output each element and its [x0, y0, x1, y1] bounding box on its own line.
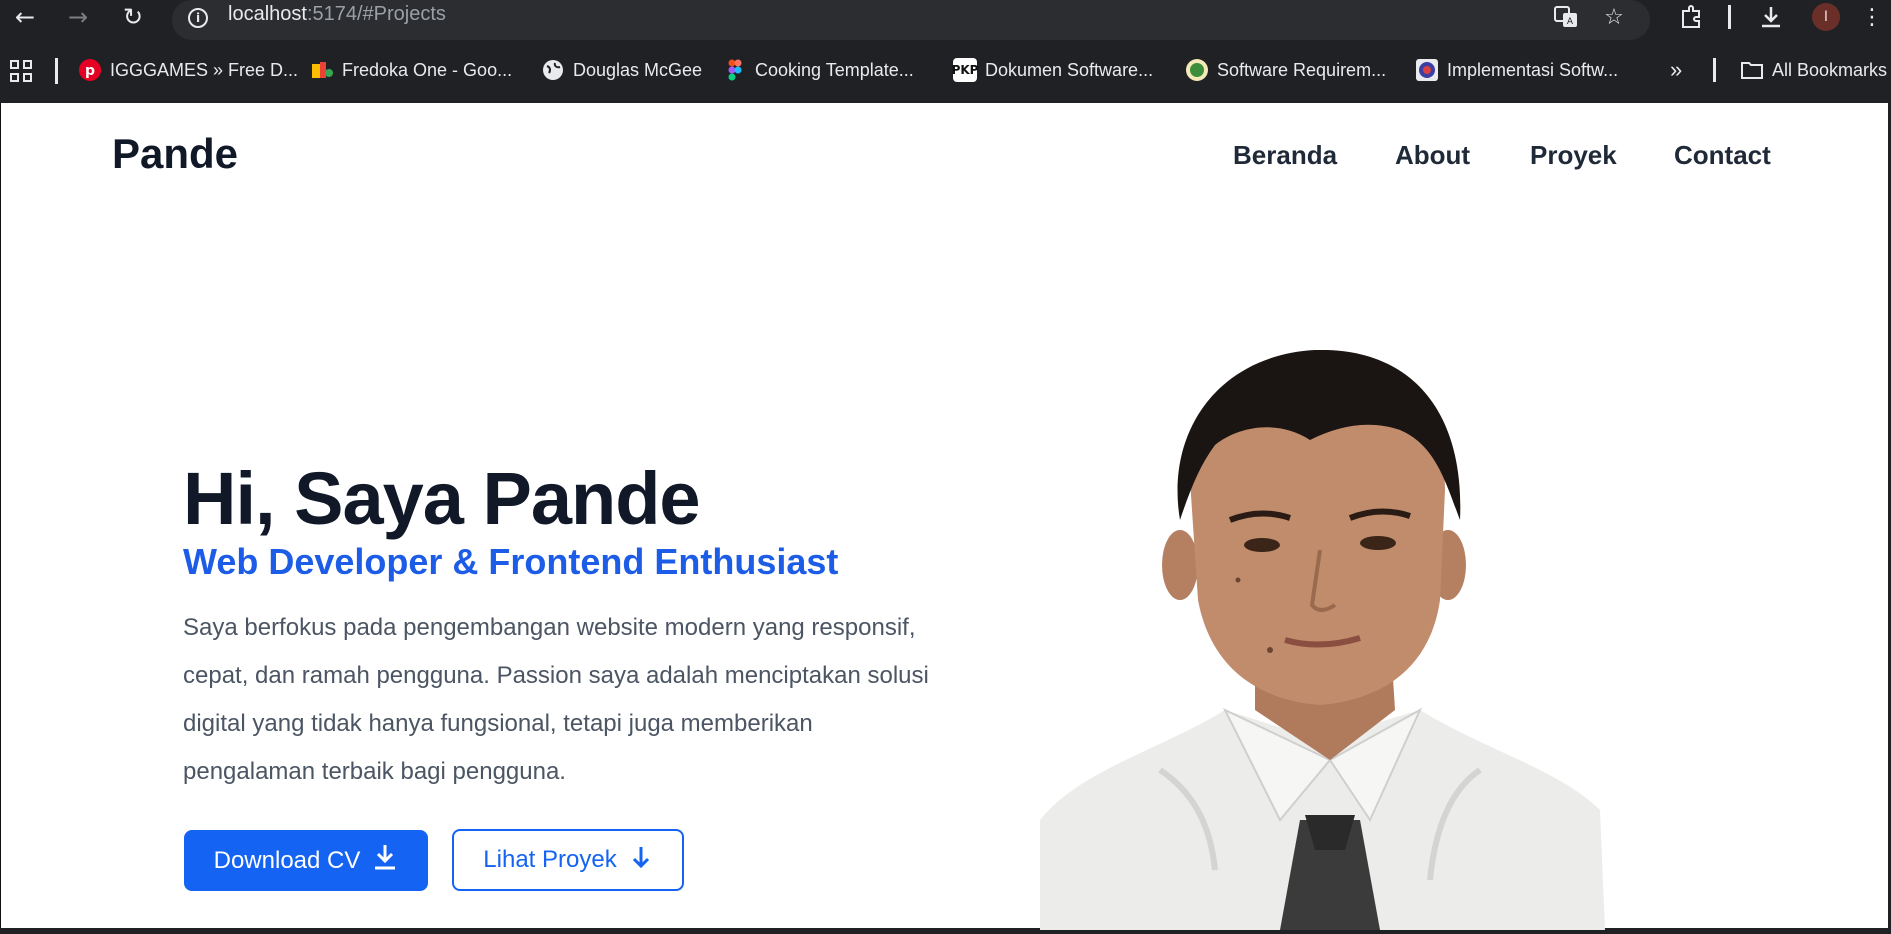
campus-logo-icon [1415, 58, 1439, 82]
toolbar-divider [1728, 5, 1731, 29]
figma-icon [723, 58, 747, 82]
site-logo[interactable]: Pande [112, 130, 238, 178]
bookmarks-divider [1713, 58, 1716, 82]
download-cv-label: Download CV [213, 846, 361, 874]
bookmarks-overflow-button[interactable]: » [1670, 57, 1682, 82]
google-fonts-icon [310, 58, 334, 82]
reload-icon[interactable]: ↻ [118, 2, 148, 32]
bookmark-item[interactable]: Implementasi Softw... [1415, 58, 1618, 82]
download-cv-button[interactable]: Download CV [184, 830, 428, 891]
bookmark-item[interactable]: PKP Dokumen Software... [952, 58, 1153, 82]
bookmark-item[interactable]: Fredoka One - Goo... [310, 58, 512, 82]
extensions-icon[interactable] [1675, 2, 1707, 32]
translate-icon[interactable]: A [1550, 2, 1582, 32]
folder-icon [1740, 58, 1764, 82]
profile-photo [1040, 350, 1605, 930]
bookmark-item[interactable]: p IGGGAMES » Free D... [78, 58, 298, 82]
arrow-down-icon [629, 844, 653, 877]
all-bookmarks-button[interactable]: All Bookmarks [1740, 58, 1887, 82]
svg-text:A: A [1567, 17, 1574, 27]
forward-arrow-icon[interactable]: → [63, 2, 93, 32]
download-icon[interactable] [1755, 2, 1787, 32]
svg-text:p: p [85, 63, 95, 79]
nav-link-beranda[interactable]: Beranda [1233, 140, 1337, 171]
pinterest-icon: p [78, 58, 102, 82]
view-projects-label: Lihat Proyek [483, 846, 617, 873]
bookmark-star-icon[interactable]: ☆ [1598, 2, 1630, 32]
bookmarks-bar: p IGGGAMES » Free D... Fredoka One - Goo… [0, 50, 1891, 90]
menu-kebab-icon[interactable]: ⋮ [1861, 2, 1883, 32]
hero-title: Hi, Saya Pande [183, 457, 701, 540]
view-projects-button[interactable]: Lihat Proyek [452, 829, 684, 891]
hero-subtitle: Web Developer & Frontend Enthusiast [183, 541, 839, 582]
globe-icon [541, 58, 565, 82]
window-edge [0, 928, 1891, 934]
url-text[interactable]: localhost:5174/#Projects [228, 3, 446, 26]
site-info-icon[interactable]: i [188, 8, 208, 28]
bookmark-item[interactable]: Software Requirem... [1185, 58, 1386, 82]
nav-link-proyek[interactable]: Proyek [1530, 140, 1617, 171]
profile-avatar[interactable]: I [1812, 3, 1840, 31]
bookmark-item[interactable]: Douglas McGee [541, 58, 702, 82]
nav-link-about[interactable]: About [1395, 140, 1470, 171]
bookmark-item[interactable]: Cooking Template... [723, 58, 914, 82]
nav-link-contact[interactable]: Contact [1674, 140, 1771, 171]
download-arrow-icon [372, 843, 398, 878]
pkp-icon: PKP [952, 58, 978, 82]
university-logo-icon [1185, 58, 1209, 82]
hero-description: Saya berfokus pada pengembangan website … [183, 614, 929, 785]
back-arrow-icon[interactable]: ← [10, 2, 40, 32]
